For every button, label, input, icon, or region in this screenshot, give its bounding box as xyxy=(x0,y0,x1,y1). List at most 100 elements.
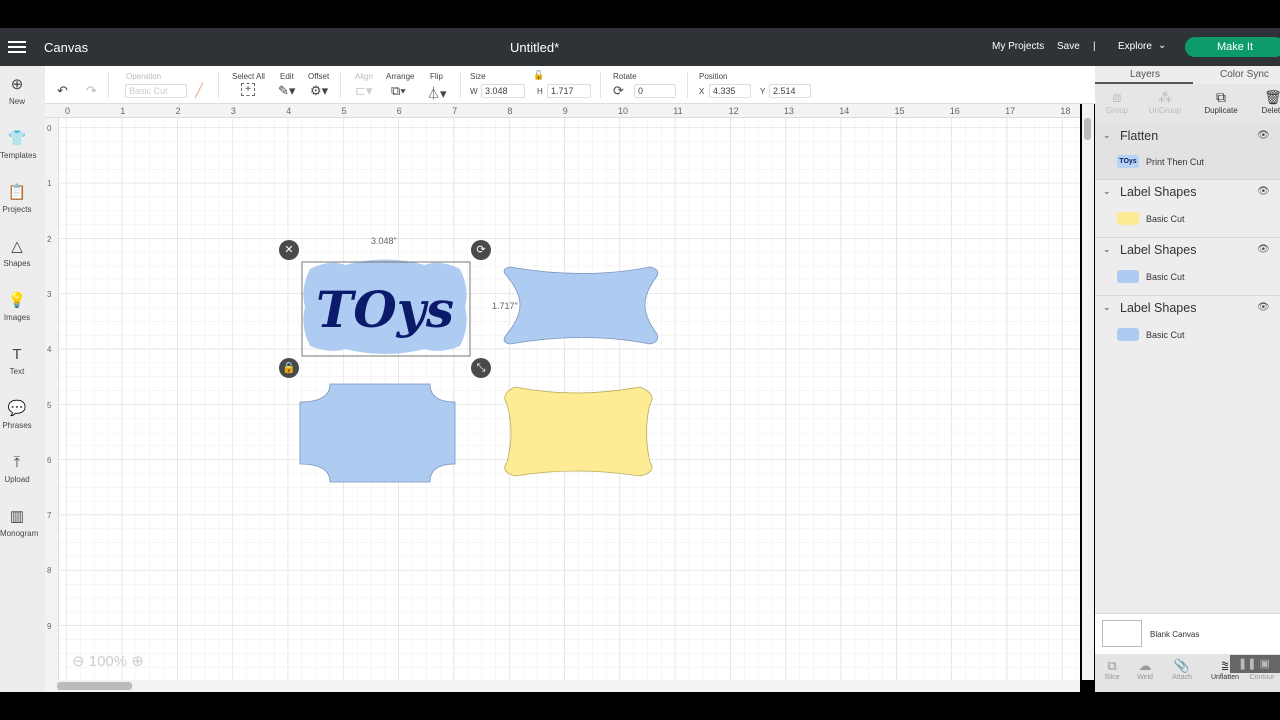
plus-circle-icon: ⊕ xyxy=(10,76,24,93)
zoom-out-icon[interactable]: ⊖ xyxy=(72,653,85,670)
delete-button[interactable]: 🗑Delete xyxy=(1253,89,1280,115)
layer-group-label-shapes[interactable]: ⌄ Label Shapes 👁 Basic Cut xyxy=(1095,296,1280,354)
save-button[interactable]: Save xyxy=(1057,41,1080,52)
operation-select[interactable]: Basic Cut xyxy=(125,84,187,98)
slice-button[interactable]: ⧉ Slice xyxy=(1095,658,1129,681)
rotate-handle-icon[interactable]: ⟳ xyxy=(471,240,491,260)
picture-in-picture-icon[interactable]: ▣ xyxy=(1260,658,1270,670)
ruler-tick-label: 0 xyxy=(47,124,52,133)
label: Upload xyxy=(4,475,30,484)
ungroup-button[interactable]: ⁂ UnGroup xyxy=(1145,89,1185,115)
left-ruler: 0 1 2 3 4 5 6 7 8 9 xyxy=(45,118,59,680)
shirt-icon: 👕 xyxy=(7,130,27,147)
offset-label: Offset xyxy=(308,72,330,81)
ruler-tick-label: 15 xyxy=(894,106,905,116)
layer-group-flatten[interactable]: ⌄ Flatten 👁 TOys Print Then Cut xyxy=(1095,124,1280,180)
sidebar-item-monogram[interactable]: ▥ Monogram xyxy=(0,508,38,538)
label-shape-blue-bowtie[interactable] xyxy=(503,266,659,345)
eye-icon[interactable]: 👁 xyxy=(1257,130,1270,141)
align-icon[interactable]: ⊏▾ xyxy=(355,83,372,99)
tab-layers[interactable]: Layers xyxy=(1130,69,1160,80)
contour-button[interactable]: Contour xyxy=(1245,674,1279,681)
layer-group-label-shapes[interactable]: ⌄ Label Shapes 👁 Basic Cut xyxy=(1095,238,1280,296)
edit-pencil-icon[interactable]: ✎▾ xyxy=(278,83,295,99)
sidebar-item-upload[interactable]: ⤒ Upload xyxy=(0,454,34,484)
make-it-button[interactable]: Make It xyxy=(1185,37,1280,57)
toys-text[interactable]: TOys xyxy=(316,280,454,339)
duplicate-button[interactable]: ⧉ Duplicate xyxy=(1201,89,1241,115)
y-input[interactable]: 2.514 xyxy=(769,84,811,98)
my-projects-link[interactable]: My Projects xyxy=(992,41,1044,52)
ruler-tick-label: 4 xyxy=(47,345,52,355)
offset-icon[interactable]: ⚙▾ xyxy=(310,83,328,99)
flip-icon[interactable]: ⏃▾ xyxy=(427,83,447,102)
sidebar-item-shapes[interactable]: △ Shapes xyxy=(0,238,34,268)
vertical-scrollbar[interactable] xyxy=(1082,104,1094,680)
delete-handle-icon[interactable]: ✕ xyxy=(279,240,299,260)
design-canvas[interactable]: TOys ✕ ⟳ 🔒 ⤡ 3.048" 1.717" xyxy=(45,104,1080,680)
tab-color-sync[interactable]: Color Sync xyxy=(1220,69,1269,80)
ruler-tick-label: 18 xyxy=(1060,106,1071,116)
sidebar-item-templates[interactable]: 👕 Templates xyxy=(0,130,36,160)
divider: | xyxy=(1093,41,1096,52)
group-name: Label Shapes xyxy=(1120,243,1197,257)
x-input[interactable]: 4.335 xyxy=(709,84,751,98)
scroll-thumb[interactable] xyxy=(1084,118,1091,140)
zoom-in-icon[interactable]: ⊕ xyxy=(131,653,144,670)
sidebar-item-phrases[interactable]: 💬 Phrases xyxy=(0,400,34,430)
layer-item-label[interactable]: Basic Cut xyxy=(1146,330,1185,340)
chevron-down-icon[interactable]: ⌄ xyxy=(1103,244,1111,255)
sidebar-item-new[interactable]: ⊕ New xyxy=(0,76,34,106)
chevron-down-icon[interactable]: ⌄ xyxy=(1103,186,1111,197)
lock-icon[interactable]: 🔓 xyxy=(533,70,544,81)
arrange-icon[interactable]: ⧉▾ xyxy=(391,83,406,99)
chevron-down-icon[interactable]: ⌄ xyxy=(1103,302,1111,313)
unflatten-button[interactable]: ⩰ Unflatten xyxy=(1208,658,1242,681)
label: Shapes xyxy=(3,259,31,268)
zoom-control[interactable]: ⊖ 100% ⊕ xyxy=(72,652,144,670)
group-button[interactable]: ⧈ Group xyxy=(1097,89,1137,115)
select-all-icon[interactable]: + xyxy=(241,83,255,96)
layer-group-label-shapes[interactable]: ⌄ Label Shapes 👁 Basic Cut xyxy=(1095,180,1280,238)
resize-handle-icon[interactable]: ⤡ xyxy=(471,358,491,378)
trash-icon: 🗑 xyxy=(1264,89,1280,105)
ruler-tick-label: 8 xyxy=(507,106,513,116)
ruler-tick-label: 6 xyxy=(47,455,52,465)
horizontal-scrollbar[interactable] xyxy=(45,680,1080,692)
layers-panel: Layers Color Sync ⧈ Group ⁂ UnGroup ⧉ Dupli… xyxy=(1095,66,1280,692)
width-input[interactable]: 3.048 xyxy=(481,84,525,98)
sidebar-item-text[interactable]: T Text xyxy=(0,346,34,376)
group-name: Label Shapes xyxy=(1120,301,1197,315)
shapes-icon: △ xyxy=(11,238,23,255)
ruler-tick-label: 11 xyxy=(673,106,683,116)
chevron-down-icon[interactable]: ⌄ xyxy=(1103,130,1111,141)
label: New xyxy=(8,97,25,106)
blank-canvas-row[interactable]: Blank Canvas xyxy=(1095,613,1280,654)
layer-item-label[interactable]: Basic Cut xyxy=(1146,214,1185,224)
lock-handle-icon[interactable]: 🔒 xyxy=(279,358,299,378)
scroll-thumb[interactable] xyxy=(57,682,132,690)
weld-button[interactable]: ☁ Weld xyxy=(1128,658,1162,681)
layer-item-label[interactable]: Print Then Cut xyxy=(1146,157,1204,167)
eye-icon[interactable]: 👁 xyxy=(1257,302,1270,313)
bottom-actions: ⧉ Slice ☁ Weld 📎 Attach ⩰ Unflatten ❚❚ ▣ Con… xyxy=(1095,654,1280,692)
label-shape-yellow[interactable] xyxy=(504,386,653,477)
label: Images xyxy=(3,313,31,322)
rotate-input[interactable]: 0 xyxy=(634,84,676,98)
layer-item-label[interactable]: Basic Cut xyxy=(1146,272,1185,282)
menu-icon[interactable] xyxy=(8,41,26,53)
eye-icon[interactable]: 👁 xyxy=(1257,244,1270,255)
video-overlay-controls[interactable]: ❚❚ ▣ xyxy=(1230,655,1280,673)
explore-menu[interactable]: Explore xyxy=(1118,41,1152,52)
label: Duplicate xyxy=(1204,106,1238,115)
height-input[interactable]: 1.717 xyxy=(547,84,591,98)
sidebar-item-projects[interactable]: 📋 Projects xyxy=(0,184,34,214)
eye-icon[interactable]: 👁 xyxy=(1257,186,1270,197)
undo-icon[interactable]: ↶ xyxy=(57,83,68,99)
label-shape-blue-notched[interactable] xyxy=(299,383,456,483)
ruler-tick-label: 2 xyxy=(175,106,181,116)
redo-icon[interactable]: ↷ xyxy=(86,83,97,99)
attach-button[interactable]: 📎 Attach xyxy=(1165,658,1199,681)
pause-icon[interactable]: ❚❚ xyxy=(1238,658,1256,670)
sidebar-item-images[interactable]: 💡 Images xyxy=(0,292,34,322)
